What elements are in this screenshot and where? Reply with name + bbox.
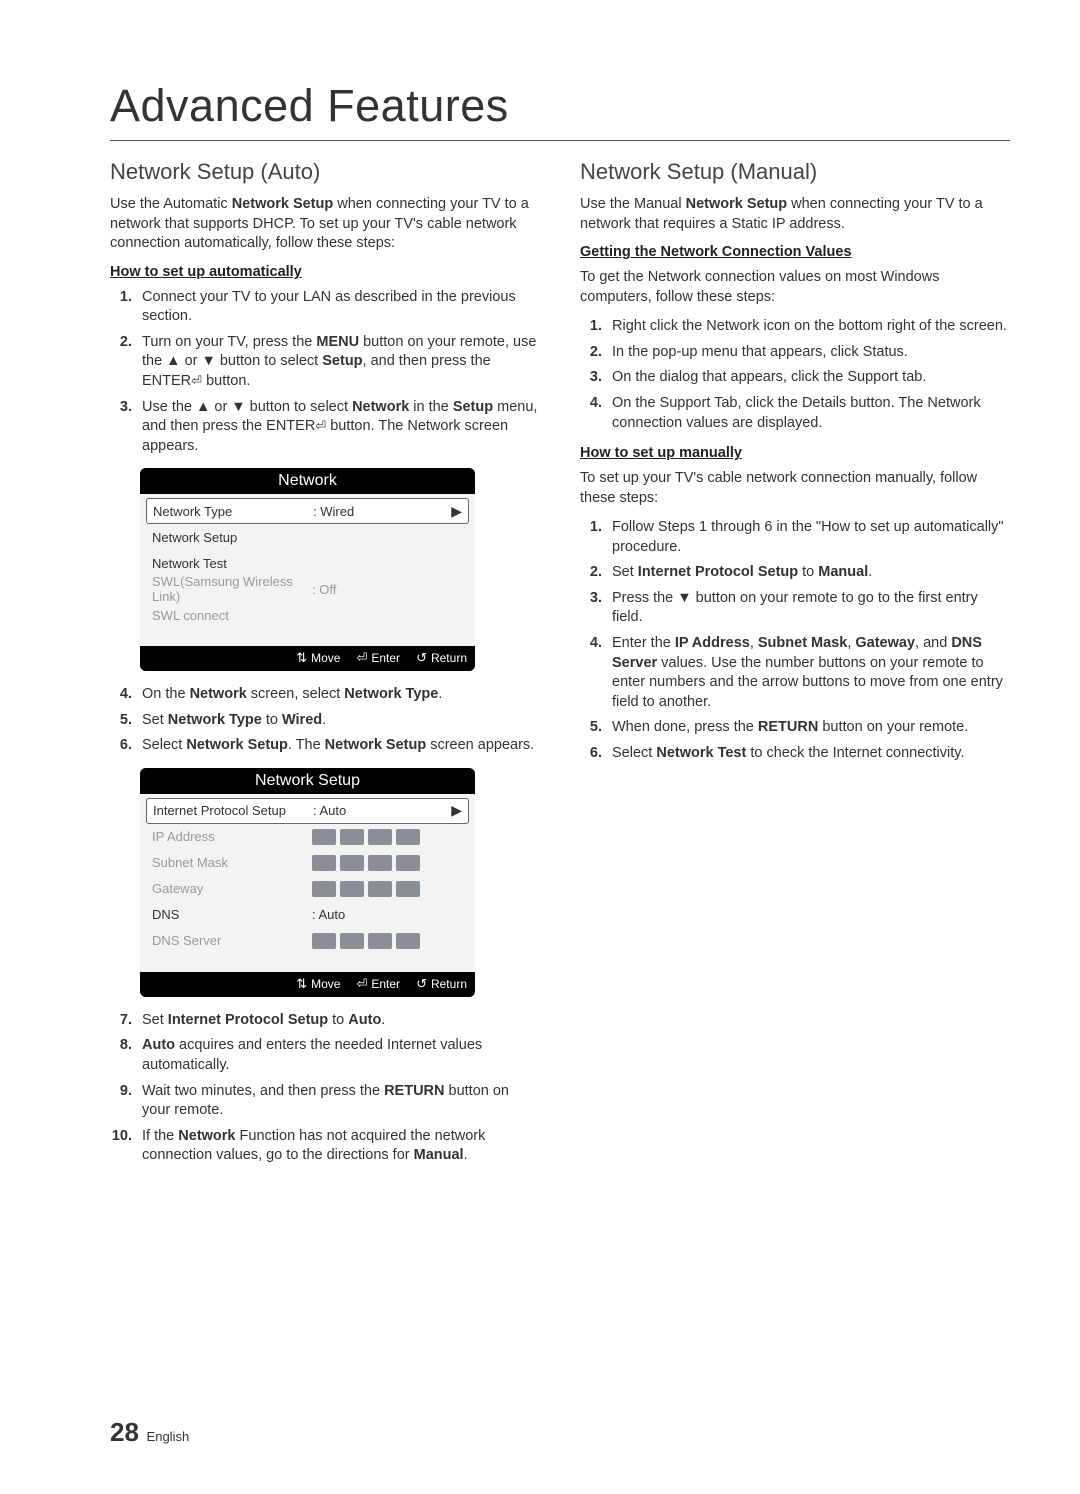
step-item: Set Internet Protocol Setup to Auto. <box>136 1011 540 1031</box>
two-column-layout: Network Setup (Auto) Use the Automatic N… <box>110 159 1010 1178</box>
step-item: Right click the Network icon on the bott… <box>606 317 1010 337</box>
osd-row-dns[interactable]: DNS : Auto <box>146 902 469 928</box>
page-footer: 28 English <box>110 1417 189 1448</box>
steps-auto-1: Connect your TV to your LAN as described… <box>110 288 540 457</box>
right-column: Network Setup (Manual) Use the Manual Ne… <box>580 159 1010 1178</box>
steps-get-values: Right click the Network icon on the bott… <box>580 317 1010 433</box>
caret-right-icon: ▶ <box>383 802 462 819</box>
osd-body: Network Type : Wired ▶ Network Setup Net… <box>140 494 475 646</box>
step-item: When done, press the RETURN button on yo… <box>606 718 1010 738</box>
osd-row-network-test[interactable]: Network Test <box>146 550 469 576</box>
para: To get the Network connection values on … <box>580 268 1010 307</box>
steps-auto-2: On the Network screen, select Network Ty… <box>110 685 540 756</box>
step-item: In the pop-up menu that appears, click S… <box>606 343 1010 363</box>
osd-row-network-setup[interactable]: Network Setup <box>146 524 469 550</box>
para: To set up your TV's cable network connec… <box>580 469 1010 508</box>
ip-field <box>312 881 420 897</box>
enter-icon: ⏎ <box>191 373 202 388</box>
osd-row-swl-connect: SWL connect <box>146 602 469 628</box>
step-item: Auto acquires and enters the needed Inte… <box>136 1036 540 1075</box>
steps-auto-3: Set Internet Protocol Setup to Auto. Aut… <box>110 1011 540 1166</box>
steps-manual: Follow Steps 1 through 6 in the "How to … <box>580 518 1010 763</box>
osd-title: Network Setup <box>140 768 475 794</box>
osd-row-network-type[interactable]: Network Type : Wired ▶ <box>146 498 469 524</box>
osd-network-setup: Network Setup Internet Protocol Setup : … <box>140 768 475 997</box>
step-item: Select Network Test to check the Interne… <box>606 744 1010 764</box>
page-title: Advanced Features <box>110 80 1010 132</box>
subhead-get-values: Getting the Network Connection Values <box>580 244 1010 260</box>
osd-row-dns-server: DNS Server <box>146 928 469 954</box>
step-item: Set Internet Protocol Setup to Manual. <box>606 563 1010 583</box>
osd-footer: ⇅Move ⏎Enter ↺Return <box>140 972 475 997</box>
footer-lang: English <box>147 1429 190 1444</box>
osd-row-ip-address: IP Address <box>146 824 469 850</box>
enter-icon: ⏎ <box>356 976 367 992</box>
step-item: Enter the IP Address, Subnet Mask, Gatew… <box>606 634 1010 712</box>
return-icon: ↺ <box>416 650 427 666</box>
page-number: 28 <box>110 1417 139 1447</box>
step-item: On the dialog that appears, click the Su… <box>606 368 1010 388</box>
ip-field <box>312 855 420 871</box>
step-item: Follow Steps 1 through 6 in the "How to … <box>606 518 1010 557</box>
updown-icon: ⇅ <box>296 976 307 992</box>
step-item: Turn on your TV, press the MENU button o… <box>136 333 540 392</box>
osd-body: Internet Protocol Setup : Auto ▶ IP Addr… <box>140 794 475 972</box>
step-item: Wait two minutes, and then press the RET… <box>136 1082 540 1121</box>
osd-network: Network Network Type : Wired ▶ Network S… <box>140 468 475 671</box>
enter-icon: ⏎ <box>356 650 367 666</box>
osd-title: Network <box>140 468 475 494</box>
step-item: Use the ▲ or ▼ button to select Network … <box>136 398 540 457</box>
updown-icon: ⇅ <box>296 650 307 666</box>
intro-manual: Use the Manual Network Setup when connec… <box>580 195 1010 234</box>
step-item: Press the ▼ button on your remote to go … <box>606 589 1010 628</box>
step-item: Set Network Type to Wired. <box>136 711 540 731</box>
left-column: Network Setup (Auto) Use the Automatic N… <box>110 159 540 1178</box>
return-icon: ↺ <box>416 976 427 992</box>
ip-field <box>312 829 420 845</box>
osd-row-ip-setup[interactable]: Internet Protocol Setup : Auto ▶ <box>146 798 469 824</box>
step-item: Select Network Setup. The Network Setup … <box>136 736 540 756</box>
section-heading-auto: Network Setup (Auto) <box>110 159 540 185</box>
title-divider <box>110 140 1010 141</box>
enter-icon: ⏎ <box>315 418 326 433</box>
osd-row-subnet: Subnet Mask <box>146 850 469 876</box>
intro-auto: Use the Automatic Network Setup when con… <box>110 195 540 254</box>
caret-right-icon: ▶ <box>383 503 462 520</box>
step-item: Connect your TV to your LAN as described… <box>136 288 540 327</box>
manual-page: Advanced Features Network Setup (Auto) U… <box>0 0 1080 1218</box>
osd-footer: ⇅Move ⏎Enter ↺Return <box>140 646 475 671</box>
osd-row-swl: SWL(Samsung Wireless Link) : Off <box>146 576 469 602</box>
subhead-auto: How to set up automatically <box>110 264 540 280</box>
subhead-manual: How to set up manually <box>580 445 1010 461</box>
osd-row-gateway: Gateway <box>146 876 469 902</box>
step-item: If the Network Function has not acquired… <box>136 1127 540 1166</box>
step-item: On the Network screen, select Network Ty… <box>136 685 540 705</box>
step-item: On the Support Tab, click the Details bu… <box>606 394 1010 433</box>
section-heading-manual: Network Setup (Manual) <box>580 159 1010 185</box>
ip-field <box>312 933 420 949</box>
